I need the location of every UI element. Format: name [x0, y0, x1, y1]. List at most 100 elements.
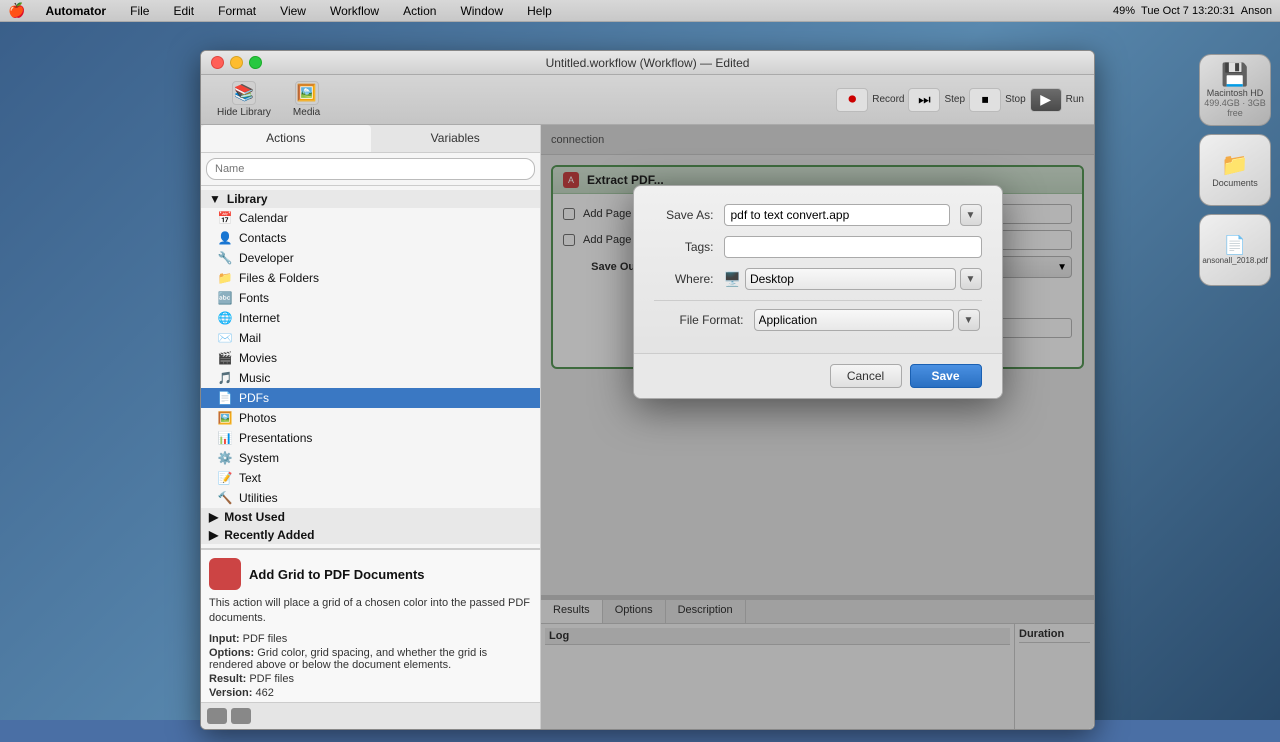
run-button[interactable]: ▶ [1030, 88, 1062, 112]
text-icon: 📝 [217, 470, 233, 486]
system-icon: ⚙️ [217, 450, 233, 466]
menu-help[interactable]: Help [523, 4, 556, 18]
menu-automator[interactable]: Automator [41, 4, 110, 18]
sidebar-tabs: Actions Variables [201, 125, 540, 153]
sidebar-bottom [201, 702, 540, 729]
sidebar-item-most-used[interactable]: ▶ Most Used [201, 508, 540, 526]
format-row: File Format: Application Workflow Servic… [654, 300, 982, 339]
files-icon: 📁 [217, 270, 233, 286]
save-as-label: Save As: [654, 208, 714, 222]
menu-file[interactable]: File [126, 4, 153, 18]
recently-added-arrow-icon: ▶ [209, 528, 218, 542]
menu-window[interactable]: Window [456, 4, 507, 18]
dock: 💾 Macintosh HD 499.4GB · 3GB free 📁 Docu… [1190, 44, 1280, 742]
dock-hd-icon[interactable]: 💾 Macintosh HD 499.4GB · 3GB free [1199, 54, 1271, 126]
movies-icon: 🎬 [217, 350, 233, 366]
sidebar-item-text[interactable]: 📝 Text [201, 468, 540, 488]
save-as-input[interactable] [724, 204, 950, 226]
info-description: This action will place a grid of a chose… [209, 596, 532, 627]
sidebar-item-utilities[interactable]: 🔨 Utilities [201, 488, 540, 508]
automator-window: Untitled.workflow (Workflow) — Edited 📚 … [200, 50, 1095, 730]
format-select-wrapper: Application Workflow Service Print Plugi… [754, 309, 980, 331]
minimize-button[interactable] [230, 56, 243, 69]
cancel-button[interactable]: Cancel [830, 364, 902, 388]
sidebar-item-calendar[interactable]: 📅 Calendar [201, 208, 540, 228]
library-tree: ▼ Library 📅 Calendar 👤 Contacts 🔧 Develo… [201, 186, 540, 548]
traffic-lights [211, 56, 262, 69]
save-dropdown-button[interactable]: ▼ [960, 204, 982, 226]
menu-format[interactable]: Format [214, 4, 260, 18]
dock-pdf-icon[interactable]: 📄 ansonall_2018.pdf [1199, 214, 1271, 286]
clock: Tue Oct 7 13:20:31 [1141, 5, 1235, 17]
sidebar-settings-icon[interactable] [207, 708, 227, 724]
sidebar-item-music[interactable]: 🎵 Music [201, 368, 540, 388]
info-title: Add Grid to PDF Documents [249, 567, 425, 582]
sidebar-item-mail[interactable]: ✉️ Mail [201, 328, 540, 348]
save-dialog-content: Save As: ▼ Tags: Where: [634, 186, 1002, 353]
where-label: Where: [654, 272, 714, 286]
format-select[interactable]: Application Workflow Service Print Plugi… [754, 309, 954, 331]
apple-menu[interactable]: 🍎 [8, 2, 25, 19]
sidebar-item-contacts[interactable]: 👤 Contacts [201, 228, 540, 248]
step-button[interactable]: ⏭ [908, 88, 940, 112]
save-button[interactable]: Save [910, 364, 982, 388]
sidebar-item-photos[interactable]: 🖼️ Photos [201, 408, 540, 428]
record-button[interactable]: ⏺ [836, 88, 868, 112]
sidebar-item-developer[interactable]: 🔧 Developer [201, 248, 540, 268]
pdfs-icon: 📄 [217, 390, 233, 406]
sidebar-item-files-folders[interactable]: 📁 Files & Folders [201, 268, 540, 288]
search-input[interactable] [206, 158, 535, 180]
sidebar-add-icon[interactable] [231, 708, 251, 724]
info-input-row: Input: PDF files [209, 633, 532, 645]
media-button[interactable]: 🖼️ Media [287, 77, 326, 122]
menu-view[interactable]: View [276, 4, 310, 18]
library-header[interactable]: ▼ Library [201, 190, 540, 208]
library-arrow-icon: ▼ [209, 192, 221, 206]
info-result-row: Result: PDF files [209, 673, 532, 685]
save-dialog: Save As: ▼ Tags: Where: [633, 185, 1003, 399]
window-toolbar: 📚 Hide Library 🖼️ Media ⏺ Record ⏭ Step … [201, 75, 1094, 125]
sidebar-search [201, 153, 540, 186]
where-select[interactable]: Desktop Documents Downloads [745, 268, 956, 290]
sidebar-item-presentations[interactable]: 📊 Presentations [201, 428, 540, 448]
tab-actions[interactable]: Actions [201, 125, 371, 152]
sidebar-item-recently-added[interactable]: ▶ Recently Added [201, 526, 540, 544]
workflow-area: connection A Extract PDF... Add Page Hea… [541, 125, 1094, 729]
maximize-button[interactable] [249, 56, 262, 69]
tags-row: Tags: [654, 236, 982, 258]
username: Anson [1241, 5, 1272, 17]
info-panel: Add Grid to PDF Documents This action wi… [201, 549, 540, 702]
window-titlebar: Untitled.workflow (Workflow) — Edited [201, 51, 1094, 75]
fonts-icon: 🔤 [217, 290, 233, 306]
sidebar-item-internet[interactable]: 🌐 Internet [201, 308, 540, 328]
menu-action[interactable]: Action [399, 4, 440, 18]
battery-status: 49% [1113, 5, 1135, 17]
info-version-row: Version: 462 [209, 687, 532, 699]
tags-label: Tags: [654, 240, 714, 254]
dock-documents-icon[interactable]: 📁 Documents [1199, 134, 1271, 206]
where-row: Where: 🖥️ Desktop Documents Downloads ▼ [654, 268, 982, 290]
menu-edit[interactable]: Edit [169, 4, 198, 18]
where-arrow-icon[interactable]: ▼ [960, 268, 982, 290]
internet-icon: 🌐 [217, 310, 233, 326]
sidebar-item-fonts[interactable]: 🔤 Fonts [201, 288, 540, 308]
format-arrow-icon[interactable]: ▼ [958, 309, 980, 331]
developer-icon: 🔧 [217, 250, 233, 266]
calendar-icon: 📅 [217, 210, 233, 226]
sidebar-item-movies[interactable]: 🎬 Movies [201, 348, 540, 368]
close-button[interactable] [211, 56, 224, 69]
desktop: 💾 Macintosh HD 499.4GB · 3GB free 📁 Docu… [0, 22, 1280, 720]
stop-button[interactable]: ⏹ [969, 88, 1001, 112]
library-label: Library [227, 192, 268, 206]
menu-workflow[interactable]: Workflow [326, 4, 383, 18]
sidebar-item-system[interactable]: ⚙️ System [201, 448, 540, 468]
hide-library-button[interactable]: 📚 Hide Library [211, 77, 277, 122]
tab-variables[interactable]: Variables [371, 125, 541, 152]
tags-input[interactable] [724, 236, 982, 258]
info-action-icon [209, 558, 241, 590]
format-label: File Format: [654, 313, 744, 327]
presentations-icon: 📊 [217, 430, 233, 446]
contacts-icon: 👤 [217, 230, 233, 246]
sidebar-item-pdfs[interactable]: 📄 PDFs [201, 388, 540, 408]
toolbar-right: ⏺ Record ⏭ Step ⏹ Stop ▶ Run [836, 88, 1084, 112]
